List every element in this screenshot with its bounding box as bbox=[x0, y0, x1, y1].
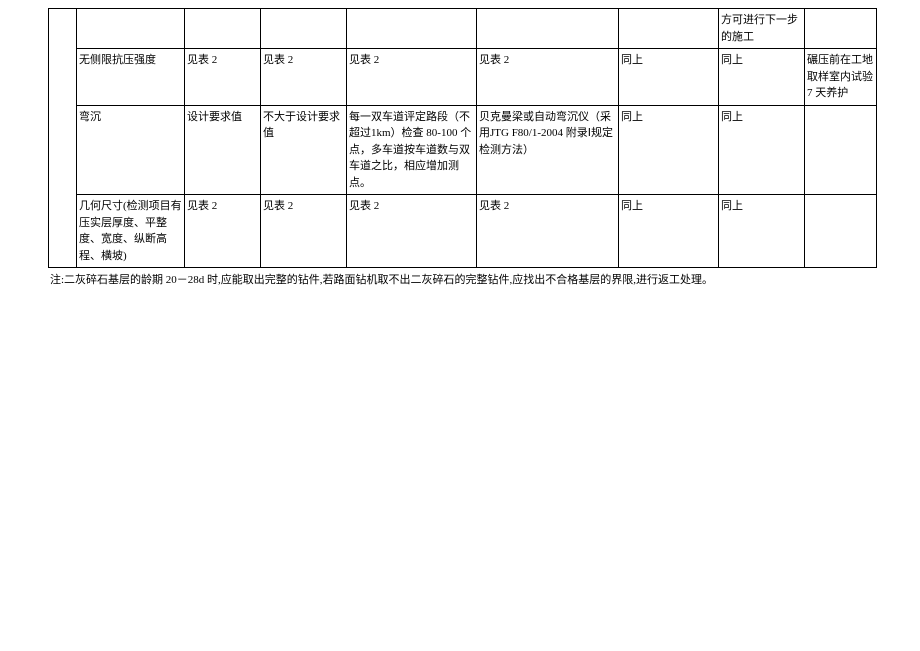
cell: 同上 bbox=[619, 49, 719, 106]
cell: 同上 bbox=[719, 49, 805, 106]
cell bbox=[805, 9, 877, 49]
cell: 见表 2 bbox=[477, 195, 619, 268]
cell: 无侧限抗压强度 bbox=[77, 49, 185, 106]
cell bbox=[805, 105, 877, 195]
cell: 见表 2 bbox=[185, 195, 261, 268]
cell bbox=[619, 9, 719, 49]
spec-table: 方可进行下一步的施工 无侧限抗压强度 见表 2 见表 2 见表 2 见表 2 同… bbox=[48, 8, 877, 268]
cell bbox=[185, 9, 261, 49]
cell: 方可进行下一步的施工 bbox=[719, 9, 805, 49]
cell: 见表 2 bbox=[261, 195, 347, 268]
cell bbox=[477, 9, 619, 49]
cell: 见表 2 bbox=[347, 195, 477, 268]
table-row: 弯沉 设计要求值 不大于设计要求值 每一双车道评定路段（不超过1km）检查 80… bbox=[49, 105, 877, 195]
cell: 同上 bbox=[619, 105, 719, 195]
cell: 每一双车道评定路段（不超过1km）检查 80-100 个点，多车道按车道数与双车… bbox=[347, 105, 477, 195]
cell: 弯沉 bbox=[77, 105, 185, 195]
footnote: 注:二灰碎石基层的龄期 20－28d 时,应能取出完整的钻件,若路面钻机取不出二… bbox=[48, 272, 872, 289]
cell: 见表 2 bbox=[185, 49, 261, 106]
cell: 见表 2 bbox=[261, 49, 347, 106]
cell: 几何尺寸(检测项目有压实层厚度、平整度、宽度、纵断高程、横坡) bbox=[77, 195, 185, 268]
cell bbox=[805, 195, 877, 268]
cell: 见表 2 bbox=[477, 49, 619, 106]
cell: 同上 bbox=[719, 105, 805, 195]
cell: 不大于设计要求值 bbox=[261, 105, 347, 195]
cell: 见表 2 bbox=[347, 49, 477, 106]
cell: 贝克曼梁或自动弯沉仪（采用JTG F80/1-2004 附录Ⅰ规定检测方法） bbox=[477, 105, 619, 195]
cell: 同上 bbox=[619, 195, 719, 268]
cell-rowhead bbox=[49, 9, 77, 268]
table-row: 几何尺寸(检测项目有压实层厚度、平整度、宽度、纵断高程、横坡) 见表 2 见表 … bbox=[49, 195, 877, 268]
cell: 设计要求值 bbox=[185, 105, 261, 195]
table-row: 方可进行下一步的施工 bbox=[49, 9, 877, 49]
cell bbox=[261, 9, 347, 49]
table-row: 无侧限抗压强度 见表 2 见表 2 见表 2 见表 2 同上 同上 碾压前在工地… bbox=[49, 49, 877, 106]
cell bbox=[77, 9, 185, 49]
cell: 同上 bbox=[719, 195, 805, 268]
cell: 碾压前在工地取样室内试验 7 天养护 bbox=[805, 49, 877, 106]
cell bbox=[347, 9, 477, 49]
